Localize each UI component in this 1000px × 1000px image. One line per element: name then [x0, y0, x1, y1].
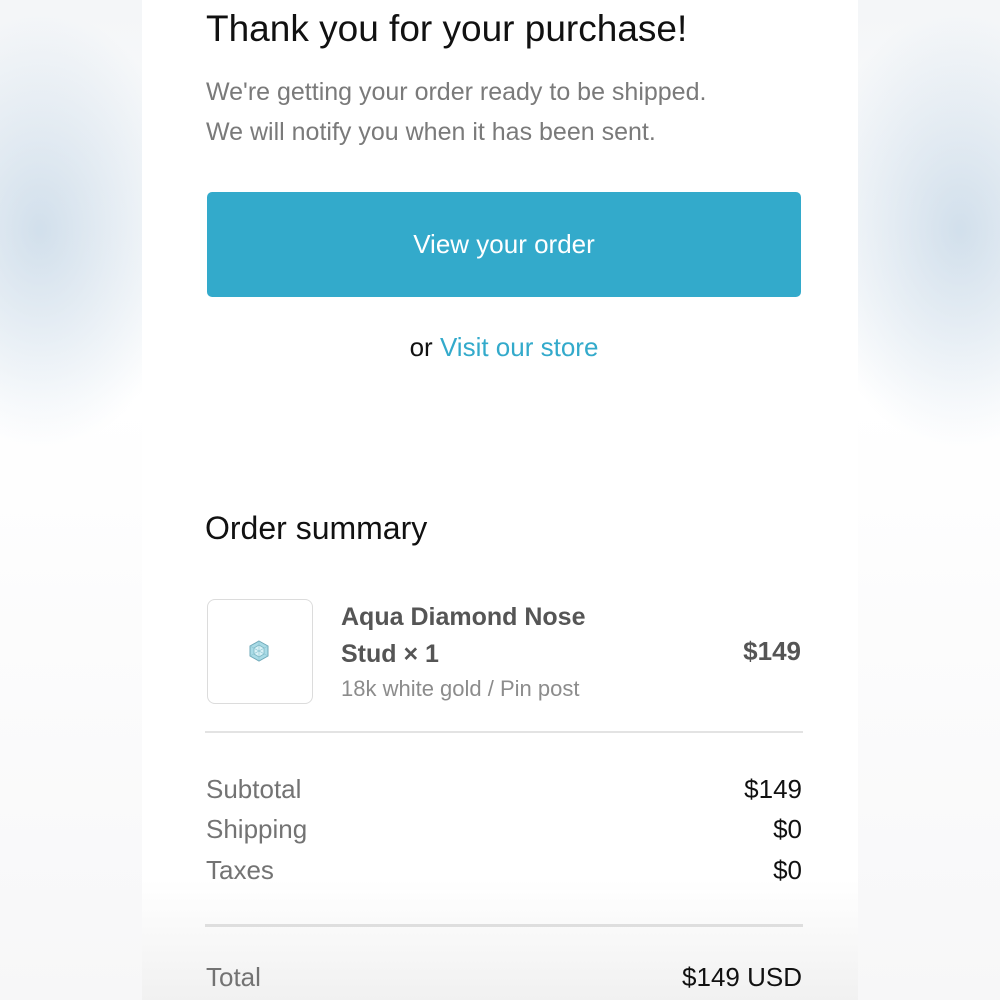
view-order-button-label: View your order: [413, 229, 595, 259]
product-price: $149: [743, 636, 801, 666]
total-value: $149 USD: [682, 962, 802, 992]
product-thumbnail: [207, 599, 313, 704]
shipping-value: $0: [773, 814, 802, 844]
or-text: or: [409, 332, 433, 362]
aqua-diamond-stud-icon: [249, 640, 269, 662]
order-summary-title: Order summary: [205, 510, 428, 546]
confirmation-message-line-1: We're getting your order ready to be shi…: [206, 78, 707, 106]
taxes-value: $0: [773, 855, 802, 885]
page-title: Thank you for your purchase!: [206, 8, 688, 49]
subtotal-value: $149: [744, 774, 802, 804]
total-label: Total: [206, 962, 261, 992]
product-name-line-1: Aqua Diamond Nose: [341, 603, 586, 631]
visit-store-line: or Visit our store: [207, 332, 801, 363]
order-confirmation-page: [142, 0, 858, 1000]
shipping-label: Shipping: [206, 814, 308, 844]
subtotal-label: Subtotal: [206, 774, 302, 804]
product-name-line-2: Stud × 1: [341, 640, 439, 668]
visit-store-link[interactable]: Visit our store: [440, 332, 598, 362]
product-variant: 18k white gold / Pin post: [341, 676, 580, 701]
total-divider: [205, 924, 803, 927]
view-order-button[interactable]: View your order: [207, 192, 801, 297]
items-divider: [205, 731, 803, 733]
confirmation-message-line-2: We will notify you when it has been sent…: [206, 118, 656, 146]
taxes-label: Taxes: [206, 855, 274, 885]
